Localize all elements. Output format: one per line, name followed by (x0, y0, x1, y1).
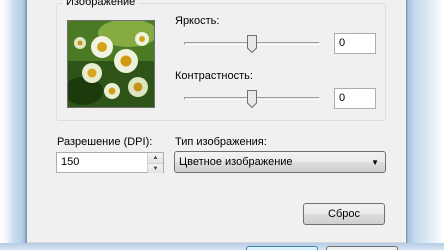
contrast-slider-thumb[interactable] (247, 90, 257, 109)
contrast-label: Контрастность: (175, 70, 253, 82)
contrast-input[interactable]: 0 (334, 88, 376, 109)
secondary-button-partial[interactable] (326, 246, 398, 250)
resolution-spinner[interactable]: ▲ ▼ (147, 152, 164, 173)
brightness-slider-thumb[interactable] (247, 35, 257, 54)
image-type-selected: Цветное изображение (179, 156, 293, 168)
brightness-label: Яркость: (175, 15, 220, 27)
image-type-select[interactable]: Цветное изображение ▼ (174, 151, 386, 173)
reset-button[interactable]: Сброс (303, 203, 385, 225)
image-preview (67, 20, 155, 108)
spin-up-icon[interactable]: ▲ (147, 153, 163, 163)
image-type-label: Тип изображения: (175, 136, 267, 148)
image-groupbox-legend: Изображение (63, 0, 139, 8)
daisy-preview-image (68, 21, 154, 107)
spin-down-icon[interactable]: ▼ (147, 163, 163, 173)
brightness-input[interactable]: 0 (334, 33, 376, 54)
resolution-input[interactable]: 150 (56, 152, 148, 173)
window-frame-right (406, 0, 444, 250)
resolution-label: Разрешение (DPI): (57, 136, 153, 148)
window-frame-left (0, 0, 27, 250)
primary-button-partial[interactable] (246, 246, 318, 250)
chevron-down-icon[interactable]: ▼ (371, 156, 379, 170)
